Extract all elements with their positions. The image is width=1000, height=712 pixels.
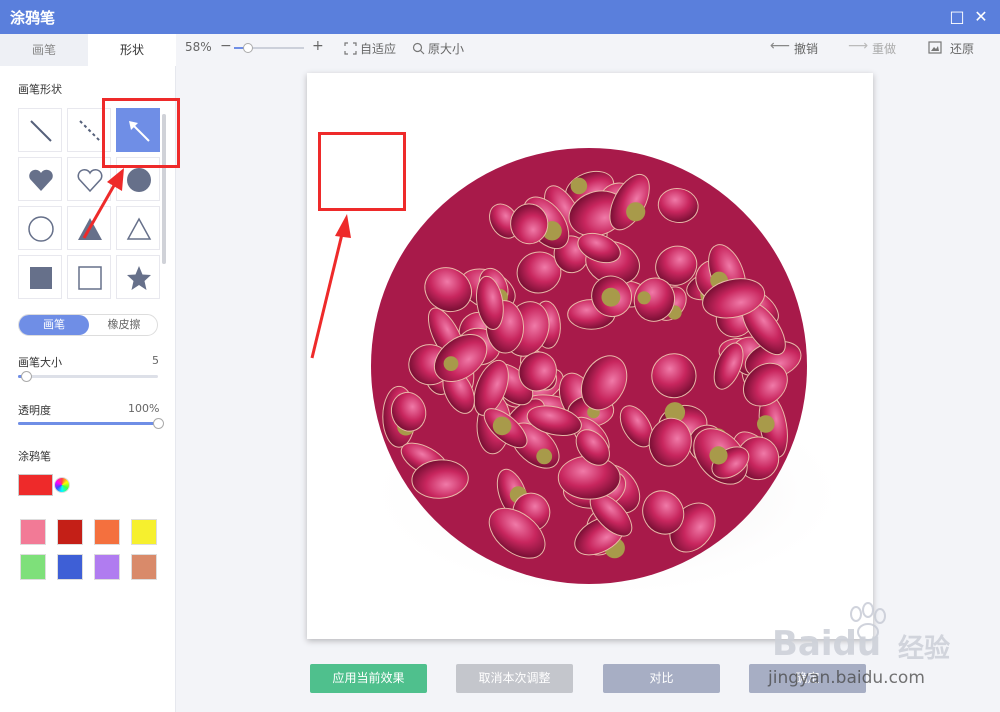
- outline-circle-icon: [28, 216, 54, 242]
- opacity-knob[interactable]: [153, 418, 164, 429]
- current-color[interactable]: [18, 474, 53, 496]
- toolbar: 58% − + 自适应 原大小 ⟵ 撤销 ⟶ 重做 还原: [176, 34, 1000, 62]
- rose-sepal: [536, 448, 553, 465]
- shape-filled-heart[interactable]: [18, 157, 62, 201]
- rose-sepal: [492, 416, 512, 436]
- filled-heart-icon: [29, 169, 53, 191]
- swatch[interactable]: [131, 554, 157, 580]
- swatch[interactable]: [57, 519, 83, 545]
- swatch[interactable]: [20, 519, 46, 545]
- zoom-in-button[interactable]: +: [312, 38, 324, 54]
- shape-filled-triangle[interactable]: [67, 206, 111, 250]
- zoom-slider-knob[interactable]: [243, 43, 253, 53]
- shape-filled-star[interactable]: [116, 255, 160, 299]
- original-size-button[interactable]: 原大小: [428, 40, 464, 57]
- shape-filled-square[interactable]: [18, 255, 62, 299]
- swatch[interactable]: [57, 554, 83, 580]
- sidebar-tabs: 画笔 形状: [0, 34, 176, 66]
- fit-button[interactable]: 自适应: [360, 40, 396, 57]
- zoom-percent: 58%: [185, 40, 212, 54]
- sidebar: 画笔 形状 画笔形状 画笔 橡皮擦 画笔大小 5 透明度 100% 涂鸦笔: [0, 34, 180, 712]
- color-wheel-icon[interactable]: [54, 477, 70, 493]
- line-icon: [30, 120, 52, 142]
- tab-shape[interactable]: 形状: [88, 34, 176, 66]
- shape-outline-triangle[interactable]: [116, 206, 160, 250]
- eraser-mode-option[interactable]: 橡皮擦: [89, 315, 159, 335]
- brush-size-label: 画笔大小: [18, 356, 62, 369]
- zoom-slider[interactable]: [234, 43, 304, 53]
- outline-heart-icon: [77, 169, 103, 193]
- star-icon: [127, 266, 151, 290]
- opacity-value: 100%: [128, 402, 160, 415]
- restore-button[interactable]: 还原: [950, 40, 974, 57]
- filled-triangle-icon: [78, 218, 102, 240]
- rose-sepal: [757, 415, 775, 433]
- opacity-slider[interactable]: [18, 418, 164, 429]
- title-bar: 涂鸦笔 □ ✕: [0, 0, 1000, 34]
- window-title: 涂鸦笔: [10, 9, 56, 27]
- undo-button[interactable]: 撤销: [794, 40, 818, 57]
- swatch[interactable]: [20, 554, 46, 580]
- rose-sepal: [601, 287, 621, 307]
- shape-section-title: 画笔形状: [18, 83, 62, 96]
- tab-brush[interactable]: 画笔: [0, 34, 88, 66]
- cancel-button[interactable]: 取消本次调整: [456, 664, 573, 693]
- annotation-rectangle: [318, 132, 406, 211]
- brush-size-slider[interactable]: [18, 371, 158, 382]
- apply-button[interactable]: 应用当前效果: [310, 664, 427, 693]
- shape-line[interactable]: [18, 108, 62, 152]
- rose-sepal: [570, 177, 588, 195]
- shape-outline-circle[interactable]: [18, 206, 62, 250]
- brush-size-knob[interactable]: [21, 371, 33, 382]
- rose-sepal: [626, 202, 646, 222]
- brush-size-value: 5: [152, 354, 159, 367]
- opacity-fill: [18, 422, 158, 425]
- highlight-box: [102, 98, 180, 168]
- filled-circle-icon: [127, 168, 151, 192]
- close-icon[interactable]: ✕: [972, 8, 990, 26]
- rose-sepal: [637, 291, 651, 305]
- redo-button[interactable]: 重做: [872, 40, 896, 57]
- magnifier-icon: [412, 42, 425, 55]
- undo-icon: ⟵: [770, 38, 791, 54]
- opacity-label: 透明度: [18, 404, 51, 417]
- dashed-line-icon: [79, 120, 101, 142]
- redo-icon: ⟶: [848, 38, 869, 54]
- swatch[interactable]: [94, 519, 120, 545]
- compare-button[interactable]: 对比: [603, 664, 720, 693]
- swatch[interactable]: [94, 554, 120, 580]
- outline-triangle-icon: [126, 217, 152, 240]
- brush-mode-option[interactable]: 画笔: [19, 315, 89, 335]
- mode-toggle[interactable]: 画笔 橡皮擦: [18, 314, 158, 336]
- outline-square-icon: [78, 266, 102, 290]
- rose-sepal: [443, 356, 459, 371]
- watermark-brand-cn: 经验: [898, 634, 951, 664]
- fit-icon: [344, 42, 357, 55]
- color-section-title: 涂鸦笔: [18, 450, 51, 463]
- rose-sepal: [709, 446, 728, 465]
- maximize-icon[interactable]: □: [948, 8, 966, 26]
- image-icon: [928, 41, 942, 54]
- zoom-out-button[interactable]: −: [220, 38, 232, 54]
- filled-square-icon: [30, 267, 52, 289]
- shape-outline-square[interactable]: [67, 255, 111, 299]
- save-button[interactable]: 确定: [749, 664, 866, 693]
- swatch[interactable]: [131, 519, 157, 545]
